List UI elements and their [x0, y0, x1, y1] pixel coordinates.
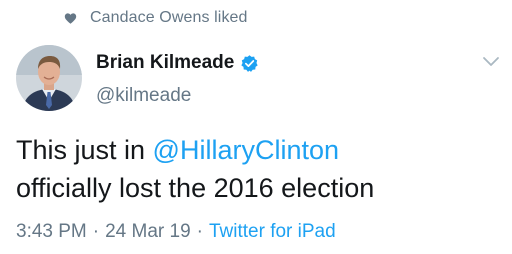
heart-icon — [64, 12, 77, 24]
mention-link[interactable]: @HillaryClinton — [153, 135, 339, 165]
verified-badge-icon — [241, 54, 258, 72]
tweet-time[interactable]: 3:43 PM — [16, 221, 87, 242]
social-context[interactable]: Candace Owens liked — [64, 7, 248, 29]
author-handle[interactable]: @kilmeade — [96, 85, 191, 107]
avatar[interactable] — [16, 45, 82, 111]
author-name[interactable]: Brian Kilmeade — [96, 52, 259, 74]
tweet-text-after: officially lost the 2016 election — [16, 173, 375, 203]
author-name-text: Brian Kilmeade — [96, 52, 235, 73]
social-context-text: Candace Owens liked — [90, 9, 248, 26]
meta-separator: · — [196, 221, 203, 242]
tweet-date[interactable]: 24 Mar 19 — [105, 221, 191, 242]
chevron-down-icon[interactable] — [482, 56, 500, 68]
tweet-text-before: This just in — [16, 135, 153, 165]
tweet-source-link[interactable]: Twitter for iPad — [209, 221, 336, 242]
avatar-image — [16, 45, 82, 111]
tweet-meta: 3:43 PM · 24 Mar 19 · Twitter for iPad — [16, 221, 336, 243]
tweet-text: This just in @HillaryClinton officially … — [16, 131, 506, 207]
meta-separator: · — [92, 221, 100, 242]
